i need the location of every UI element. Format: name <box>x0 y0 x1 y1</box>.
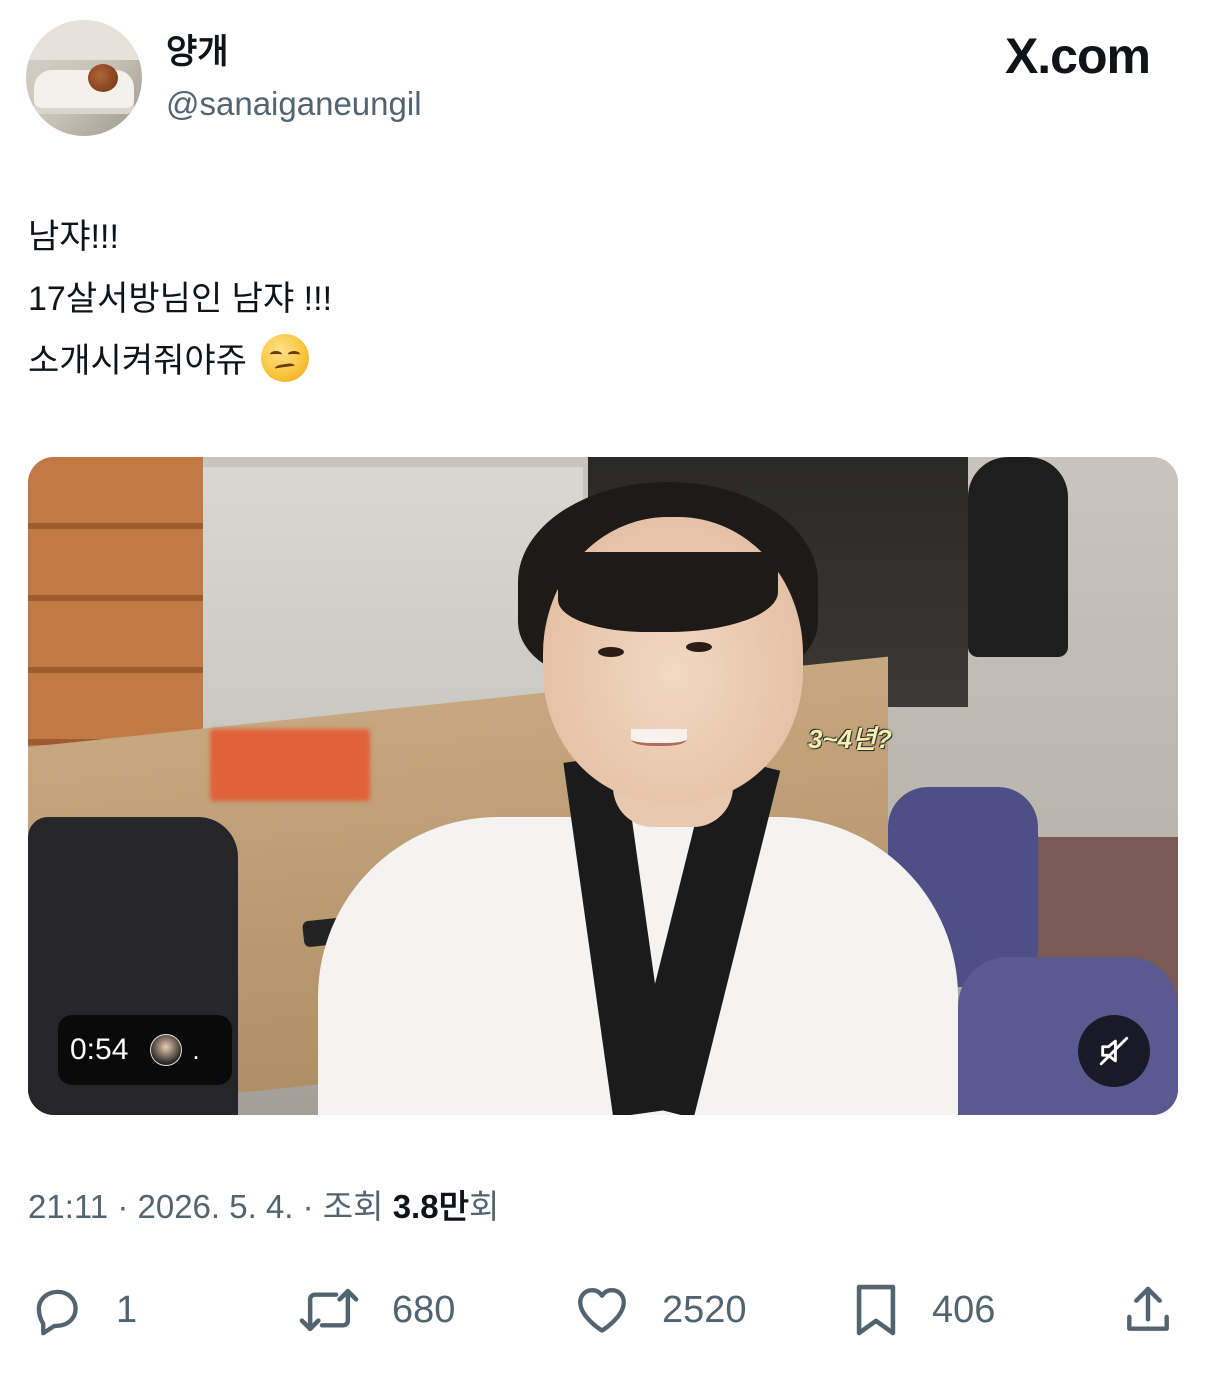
video-background-person <box>968 457 1068 657</box>
share-button[interactable] <box>1120 1270 1176 1350</box>
views-count: 3.8만 <box>392 1188 469 1225</box>
video-player[interactable]: 3~4년? 0:54 . <box>28 457 1178 1115</box>
bookmark-icon <box>856 1284 896 1336</box>
avatar-wall <box>26 20 142 60</box>
mute-button[interactable] <box>1078 1015 1150 1087</box>
author-handle[interactable]: @sanaiganeungil <box>166 82 422 126</box>
video-source-avatar-icon <box>150 1034 183 1066</box>
meta-separator: · <box>302 1188 323 1225</box>
bookmark-count: 406 <box>932 1288 996 1331</box>
tweet-line-2: 17살서방님인 남쟈 !!! <box>28 280 333 318</box>
video-eye-right <box>686 642 712 652</box>
speaker-muted-icon <box>1099 1036 1129 1066</box>
avatar-bed <box>34 70 134 114</box>
like-count: 2520 <box>662 1288 747 1331</box>
retweet-count: 680 <box>392 1288 456 1331</box>
tweet-line-3-text: 소개시켜줘야쥬 <box>28 342 247 380</box>
video-box <box>210 729 370 801</box>
retweet-button[interactable]: 680 <box>296 1270 455 1350</box>
reply-icon <box>36 1289 78 1336</box>
reply-count: 1 <box>116 1288 138 1331</box>
tweet-line-3: 소개시켜줘야쥬 <box>28 330 332 392</box>
bookmark-button[interactable]: 406 <box>850 1270 995 1350</box>
video-source-label: . <box>192 1034 200 1065</box>
video-duration: 0:54 <box>70 1033 129 1066</box>
x-logo: X.com <box>1004 28 1151 84</box>
tweet-line-1: 남쟈!!! <box>28 218 119 256</box>
tweet-time[interactable]: 21:11 <box>28 1188 108 1225</box>
tweet-date[interactable]: 2026. 5. 4. <box>137 1188 293 1225</box>
woozy-face-emoji-icon <box>260 334 309 382</box>
avatar-dog <box>88 64 118 92</box>
author-avatar[interactable] <box>26 20 142 136</box>
reply-button[interactable]: 1 <box>28 1270 137 1350</box>
tweet-text: 남쟈!!! 17살서방님인 남쟈 !!! 소개시켜줘야쥬 <box>28 206 332 392</box>
tweet-meta: 21:11 · 2026. 5. 4. · 조회 3.8만회 <box>28 1183 499 1231</box>
author-display-name[interactable]: 양개 <box>166 30 229 74</box>
video-mouth <box>631 729 687 746</box>
share-icon <box>1127 1286 1169 1331</box>
views-label: 조회 <box>322 1188 384 1225</box>
views-suffix: 회 <box>468 1188 500 1225</box>
video-subtitle: 3~4년? <box>808 724 892 754</box>
action-bar: 1 680 2520 406 <box>0 1270 1206 1350</box>
meta-separator: · <box>117 1188 138 1225</box>
video-fringe <box>558 552 778 632</box>
heart-icon <box>578 1288 626 1333</box>
like-button[interactable]: 2520 <box>572 1270 747 1350</box>
retweet-icon <box>299 1288 359 1332</box>
video-duration-badge: 0:54 . <box>58 1015 232 1085</box>
video-eye-left <box>598 647 624 657</box>
